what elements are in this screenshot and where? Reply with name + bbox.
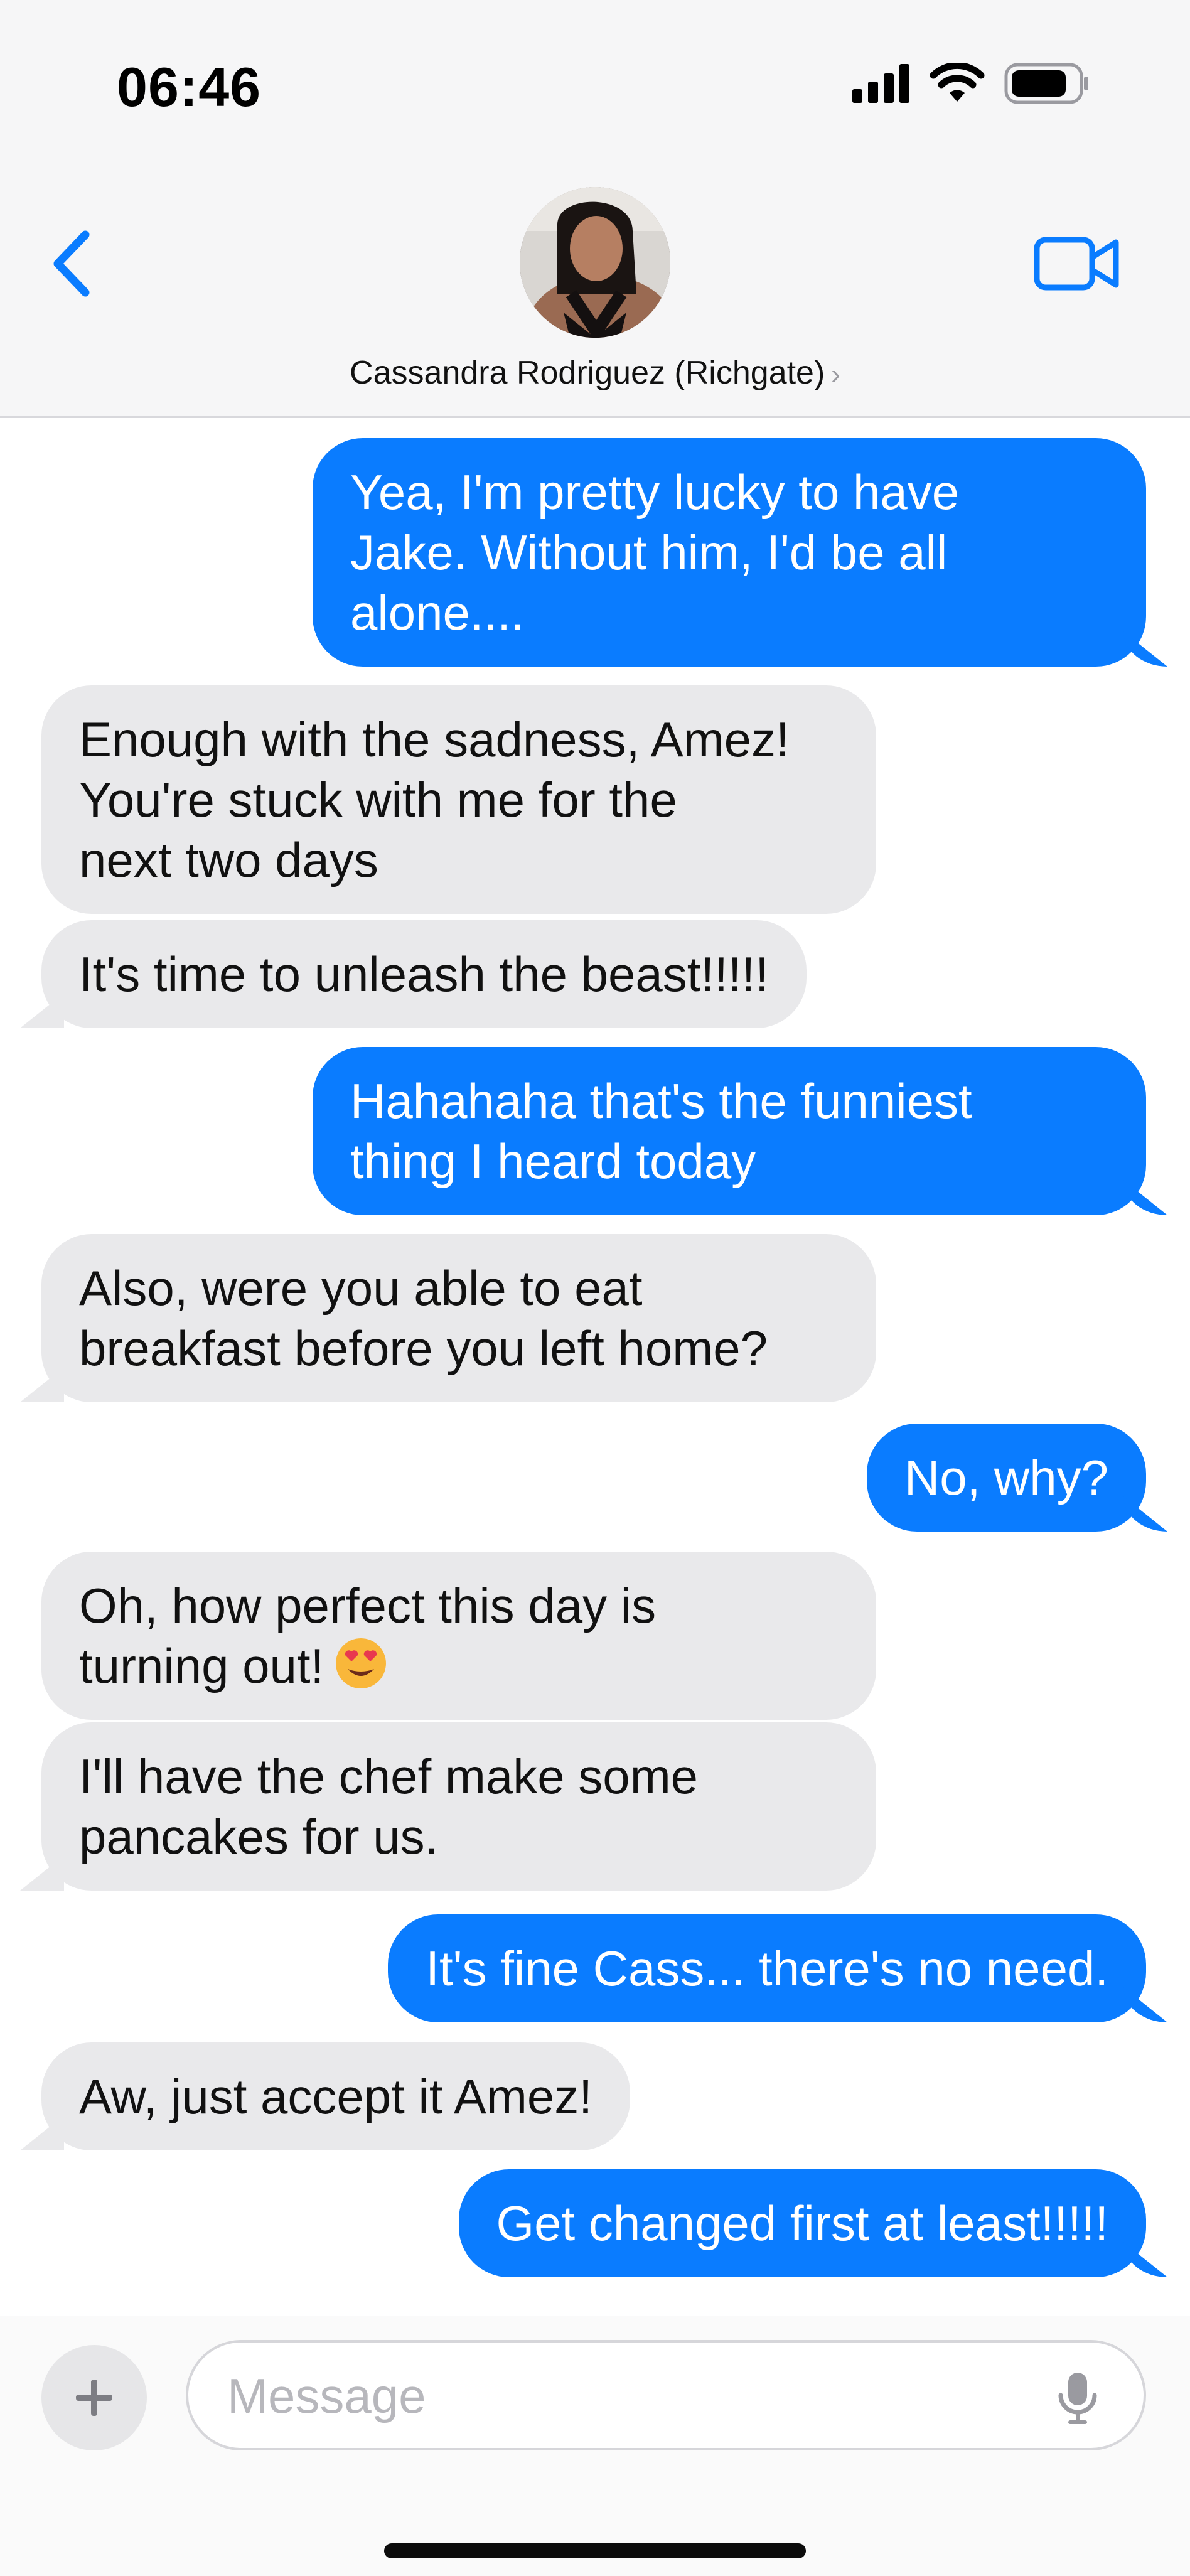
chevron-right-icon: › [831,359,840,390]
wifi-icon [930,63,985,102]
video-call-icon[interactable] [1033,232,1121,295]
status-icons [852,63,1090,104]
back-chevron-icon[interactable] [44,226,100,301]
status-time: 06:46 [117,56,262,118]
home-indicator [384,2543,806,2558]
message-outgoing[interactable]: No, why? [866,1424,1146,1532]
signal-icon [852,64,909,103]
contact-name: Cassandra Rodriguez (Richgate) [350,355,825,391]
message-incoming[interactable]: Enough with the sadness, Amez! You're st… [41,685,876,914]
contact-name-button[interactable]: Cassandra Rodriguez (Richgate) › [0,354,1190,392]
message-incoming[interactable]: Also, were you able to eat breakfast bef… [41,1234,876,1402]
message-incoming[interactable]: It's time to unleash the beast!!!!! [41,920,807,1028]
battery-icon [1004,63,1088,104]
message-incoming[interactable]: I'll have the chef make some pancakes fo… [41,1722,876,1891]
heart-eyes-emoji-icon [336,1638,387,1688]
microphone-icon[interactable] [1056,2370,1100,2427]
message-field[interactable] [186,2340,1146,2450]
plus-icon [76,2380,112,2416]
message-outgoing[interactable]: It's fine Cass... there's no need. [388,1914,1146,2022]
header: 06:46 Cassandra Rodriguez (Richgate) › [0,0,1190,418]
message-incoming[interactable]: Aw, just accept it Amez! [41,2042,630,2150]
avatar[interactable] [520,187,670,338]
message-outgoing[interactable]: Get changed first at least!!!!! [458,2169,1146,2277]
message-input[interactable] [226,2368,1042,2424]
message-outgoing[interactable]: Yea, I'm pretty lucky to have Jake. With… [313,438,1146,667]
avatar-image [520,187,670,338]
message-incoming[interactable]: Oh, how perfect this day is turning out! [41,1552,876,1720]
message-outgoing[interactable]: Hahahaha that's the funniest thing I hea… [313,1047,1146,1215]
add-attachment-button[interactable] [41,2345,147,2450]
composer [0,2316,1190,2576]
